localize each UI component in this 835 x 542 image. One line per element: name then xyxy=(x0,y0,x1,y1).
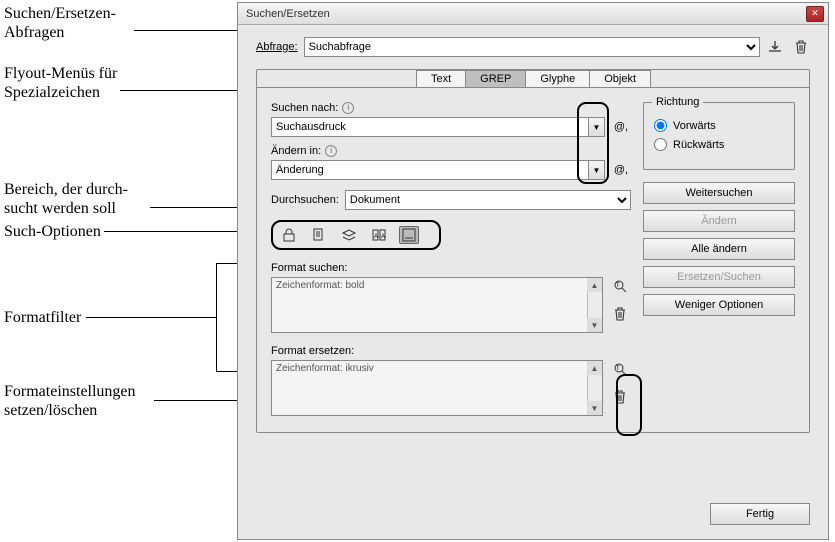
format-replace-specify-icon[interactable]: T xyxy=(611,360,629,378)
delete-query-icon[interactable] xyxy=(792,38,810,56)
tab-text[interactable]: Text xyxy=(416,70,466,87)
query-label: Abfrage: xyxy=(256,41,298,53)
direction-group: Richtung Vorwärts Rückwärts xyxy=(643,102,795,170)
svg-text:A: A xyxy=(381,234,385,240)
change-label: Ändern in: xyxy=(271,145,321,157)
inner-panel: Text GREP Glyphe Objekt Suchen nach: i xyxy=(256,69,810,433)
scope-select[interactable]: Dokument xyxy=(345,190,631,210)
change-all-button[interactable]: Alle ändern xyxy=(643,238,795,260)
change-special-chars-button[interactable]: @, xyxy=(611,160,631,180)
annotation-scope: Bereich, der durch- sucht werden soll xyxy=(4,180,128,218)
change-button[interactable]: Ăndern xyxy=(643,210,795,232)
query-row: Abfrage: Suchabfrage xyxy=(256,37,810,57)
window-title: Suchen/Ersetzen xyxy=(242,8,806,20)
search-input[interactable] xyxy=(271,117,605,137)
direction-forward[interactable]: Vorwärts xyxy=(654,119,784,132)
option-hidden-layers-icon[interactable] xyxy=(339,226,359,244)
change-dropdown-arrow[interactable]: ▼ xyxy=(588,161,604,179)
format-replace-area[interactable]: Zeichenformat: ikrusiv ▲ ▼ xyxy=(271,360,603,416)
format-search-label: Format suchen: xyxy=(271,262,631,274)
annotation-flyout: Flyout-Menüs für Spezialzeichen xyxy=(4,64,117,102)
option-locked-layers-icon[interactable] xyxy=(279,226,299,244)
radio-forward[interactable] xyxy=(654,119,667,132)
scroll-up-icon[interactable]: ▲ xyxy=(587,278,602,292)
tab-grep[interactable]: GREP xyxy=(465,70,526,87)
search-options: AA xyxy=(271,220,441,250)
replace-find-button[interactable]: Ersetzen/Suchen xyxy=(643,266,795,288)
search-group: Suchen nach: i ▼ @, xyxy=(271,102,631,137)
svg-text:T: T xyxy=(616,366,620,372)
annotation-filter: Formatfilter xyxy=(4,308,81,327)
format-search-clear-icon[interactable] xyxy=(611,305,629,323)
tab-object[interactable]: Objekt xyxy=(589,70,651,87)
format-search-section: Format suchen: Zeichenformat: bold ▲ ▼ T xyxy=(271,262,631,333)
option-master-pages-icon[interactable]: AA xyxy=(369,226,389,244)
direction-backward[interactable]: Rückwärts xyxy=(654,138,784,151)
svg-text:T: T xyxy=(616,283,620,289)
scroll-down-icon[interactable]: ▼ xyxy=(587,318,602,332)
svg-text:A: A xyxy=(374,234,378,240)
direction-legend: Richtung xyxy=(652,96,703,108)
info-icon[interactable]: i xyxy=(342,102,354,114)
format-search-area[interactable]: Zeichenformat: bold ▲ ▼ xyxy=(271,277,603,333)
close-button[interactable]: ✕ xyxy=(806,6,824,22)
format-replace-section: Format ersetzen: Zeichenformat: ikrusiv … xyxy=(271,345,631,416)
change-input[interactable] xyxy=(271,160,605,180)
option-locked-stories-icon[interactable] xyxy=(309,226,329,244)
titlebar: Suchen/Ersetzen ✕ xyxy=(238,3,828,25)
save-query-icon[interactable] xyxy=(766,38,784,56)
format-search-value: Zeichenformat: bold xyxy=(276,280,364,291)
change-group: Ändern in: i ▼ @, xyxy=(271,145,631,180)
info-icon[interactable]: i xyxy=(325,145,337,157)
search-special-chars-button[interactable]: @, xyxy=(611,117,631,137)
format-search-specify-icon[interactable]: T xyxy=(611,277,629,295)
close-icon: ✕ xyxy=(811,8,819,19)
scroll-down-icon[interactable]: ▼ xyxy=(587,401,602,415)
scope-row: Durchsuchen: Dokument xyxy=(271,190,631,210)
format-replace-label: Format ersetzen: xyxy=(271,345,631,357)
annotation-queries: Suchen/Ersetzen- Abfragen xyxy=(4,4,116,42)
search-dropdown-arrow[interactable]: ▼ xyxy=(588,118,604,136)
done-button[interactable]: Fertig xyxy=(710,503,810,525)
fewer-options-button[interactable]: Weniger Optionen xyxy=(643,294,795,316)
annotation-settings: Formateinstellungen setzen/löschen xyxy=(4,382,136,420)
radio-backward[interactable] xyxy=(654,138,667,151)
format-replace-value: Zeichenformat: ikrusiv xyxy=(276,363,374,374)
option-footnotes-icon[interactable] xyxy=(399,226,419,244)
search-label: Suchen nach: xyxy=(271,102,338,114)
scroll-up-icon[interactable]: ▲ xyxy=(587,361,602,375)
tabs-row: Text GREP Glyphe Objekt xyxy=(257,70,809,88)
tab-glyph[interactable]: Glyphe xyxy=(525,70,590,87)
query-select[interactable]: Suchabfrage xyxy=(304,37,760,57)
find-replace-dialog: Suchen/Ersetzen ✕ Abfrage: Suchabfrage T… xyxy=(237,2,829,540)
annotation-options: Such-Optionen xyxy=(4,222,101,241)
format-replace-clear-icon[interactable] xyxy=(611,388,629,406)
find-next-button[interactable]: Weitersuchen xyxy=(643,182,795,204)
scope-label: Durchsuchen: xyxy=(271,194,339,206)
